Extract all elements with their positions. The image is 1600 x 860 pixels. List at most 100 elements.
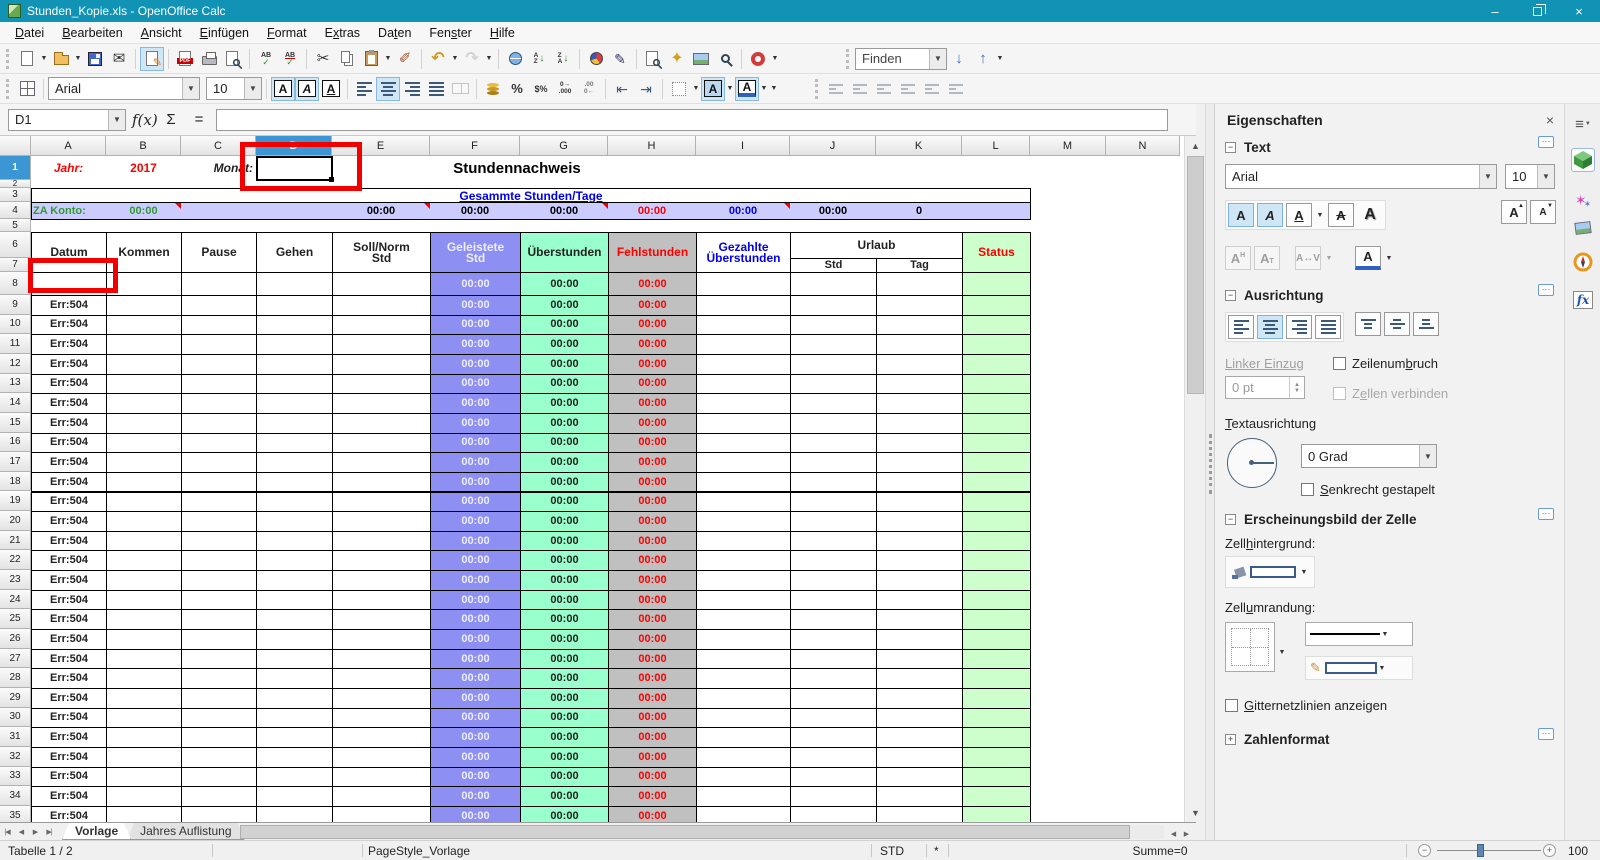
cell-C1[interactable]: Monat: [181, 156, 256, 180]
cell-E16[interactable] [332, 433, 431, 454]
row-header-26[interactable]: 26 [0, 629, 31, 649]
cell-H18[interactable]: 00:00 [608, 472, 697, 493]
cell-D30[interactable] [256, 708, 333, 729]
gallery-icon[interactable] [689, 47, 713, 71]
cell-C28[interactable] [181, 668, 257, 689]
section-alignment-header[interactable]: − Ausrichtung [1225, 288, 1324, 303]
left-indent-spinner[interactable]: 0 pt ▲▼ [1225, 376, 1305, 399]
cell-I23[interactable] [696, 570, 791, 591]
cell-D34[interactable] [256, 786, 333, 807]
cell-J14[interactable] [790, 393, 877, 414]
close-sidebar-icon[interactable]: × [1546, 112, 1554, 128]
cell-I15[interactable] [696, 413, 791, 434]
zoom-out-icon[interactable]: − [1418, 844, 1431, 857]
close-button[interactable]: × [1558, 0, 1600, 22]
cell-K26[interactable] [876, 629, 963, 650]
cell-H16[interactable]: 00:00 [608, 433, 697, 454]
cell-C30[interactable] [181, 708, 257, 729]
format-paintbrush-icon[interactable]: ✐ [393, 47, 417, 71]
header-datum[interactable]: Datum [31, 232, 107, 273]
cell-H34[interactable]: 00:00 [608, 786, 697, 807]
cell-E14[interactable] [332, 393, 431, 414]
cell-A17[interactable]: Err:504 [31, 452, 107, 473]
cell-E10[interactable] [332, 315, 431, 336]
zoom-level-status[interactable]: 100 % [1568, 844, 1600, 860]
cell-C26[interactable] [181, 629, 257, 650]
collapse-icon[interactable]: − [1225, 290, 1236, 301]
dropdown-arrow-icon[interactable]: ▼ [484, 47, 494, 71]
menu-item-ansicht[interactable]: Ansicht [132, 24, 191, 42]
menu-item-fenster[interactable]: Fenster [420, 24, 480, 42]
cell-K9[interactable] [876, 295, 963, 316]
section-text-header[interactable]: − Text [1225, 140, 1271, 155]
row-header-34[interactable]: 34 [0, 786, 31, 806]
line-color-swatch[interactable] [1325, 662, 1377, 674]
cell-B34[interactable] [106, 786, 182, 807]
sidebar-font-size-combo[interactable]: 10 ▼ [1505, 164, 1555, 189]
cell-H21[interactable]: 00:00 [608, 531, 697, 552]
font-color-dropdown-icon[interactable]: ▼ [759, 77, 769, 101]
cell-L12[interactable] [962, 354, 1031, 375]
align-left-button[interactable] [1228, 315, 1254, 339]
header-urlaub[interactable]: Urlaub [790, 232, 963, 259]
cell-H14[interactable]: 00:00 [608, 393, 697, 414]
cell-K34[interactable] [876, 786, 963, 807]
delete-decimal-icon[interactable]: .000← [577, 77, 601, 101]
row-header-8[interactable]: 8 [0, 272, 31, 295]
cell-B15[interactable] [106, 413, 182, 434]
cell-appearance-more-options-icon[interactable]: ··· [1538, 508, 1554, 520]
cell-I35[interactable] [696, 806, 791, 822]
border-line-style-combo[interactable]: ▼ [1305, 622, 1413, 646]
row-header-7[interactable]: 7 [0, 258, 31, 272]
cell-K30[interactable] [876, 708, 963, 729]
checkbox-icon[interactable] [1225, 699, 1238, 712]
increase-indent-icon[interactable]: ⇥ [634, 77, 658, 101]
bold-icon[interactable]: A [271, 77, 295, 101]
cell-E13[interactable] [332, 374, 431, 395]
row-header-27[interactable]: 27 [0, 649, 31, 669]
row-header-13[interactable]: 13 [0, 374, 31, 394]
cell-L29[interactable] [962, 688, 1031, 709]
cell-I26[interactable] [696, 629, 791, 650]
chevron-down-icon[interactable]: ▼ [929, 49, 946, 69]
collapse-icon[interactable]: − [1225, 142, 1236, 153]
first-sheet-icon[interactable]: |◀ [0, 825, 14, 839]
cell-G34[interactable]: 00:00 [520, 786, 609, 807]
cell-I10[interactable] [696, 315, 791, 336]
cell-G28[interactable]: 00:00 [520, 668, 609, 689]
cell-H8[interactable]: 00:00 [608, 272, 697, 296]
cell-D16[interactable] [256, 433, 333, 454]
cell-I19[interactable] [696, 492, 791, 513]
cell-cursor-D1[interactable] [256, 156, 333, 181]
cell-J33[interactable] [790, 767, 877, 788]
cell-G13[interactable]: 00:00 [520, 374, 609, 395]
minimize-button[interactable]: – [1474, 0, 1516, 22]
last-sheet-icon[interactable]: ▶| [42, 825, 56, 839]
cell-G26[interactable]: 00:00 [520, 629, 609, 650]
subscript-button[interactable]: AT [1254, 246, 1280, 270]
cell-B30[interactable] [106, 708, 182, 729]
align-objects-left-icon[interactable] [824, 77, 848, 101]
hyperlink-icon[interactable] [503, 47, 527, 71]
cell-C21[interactable] [181, 531, 257, 552]
cell-H23[interactable]: 00:00 [608, 570, 697, 591]
scroll-up-icon[interactable]: ▲ [1187, 137, 1204, 154]
shadow-button[interactable]: A [1357, 203, 1383, 227]
show-gridlines-checkbox[interactable]: Gitternetzlinien anzeigen [1225, 698, 1387, 713]
cell-G22[interactable]: 00:00 [520, 550, 609, 571]
cell-D26[interactable] [256, 629, 333, 650]
align-objects-right-icon[interactable] [872, 77, 896, 101]
cell-I9[interactable] [696, 295, 791, 316]
cell-D27[interactable] [256, 649, 333, 670]
font-color-icon[interactable]: A [735, 77, 759, 101]
cell-E9[interactable] [332, 295, 431, 316]
menu-item-datei[interactable]: Datei [6, 24, 53, 42]
cell-H9[interactable]: 00:00 [608, 295, 697, 316]
cell-J17[interactable] [790, 452, 877, 473]
cell-K23[interactable] [876, 570, 963, 591]
cell-E32[interactable] [332, 747, 431, 768]
cell-A25[interactable]: Err:504 [31, 609, 107, 630]
cell-E30[interactable] [332, 708, 431, 729]
cell-G24[interactable]: 00:00 [520, 590, 609, 611]
cell-D11[interactable] [256, 334, 333, 355]
